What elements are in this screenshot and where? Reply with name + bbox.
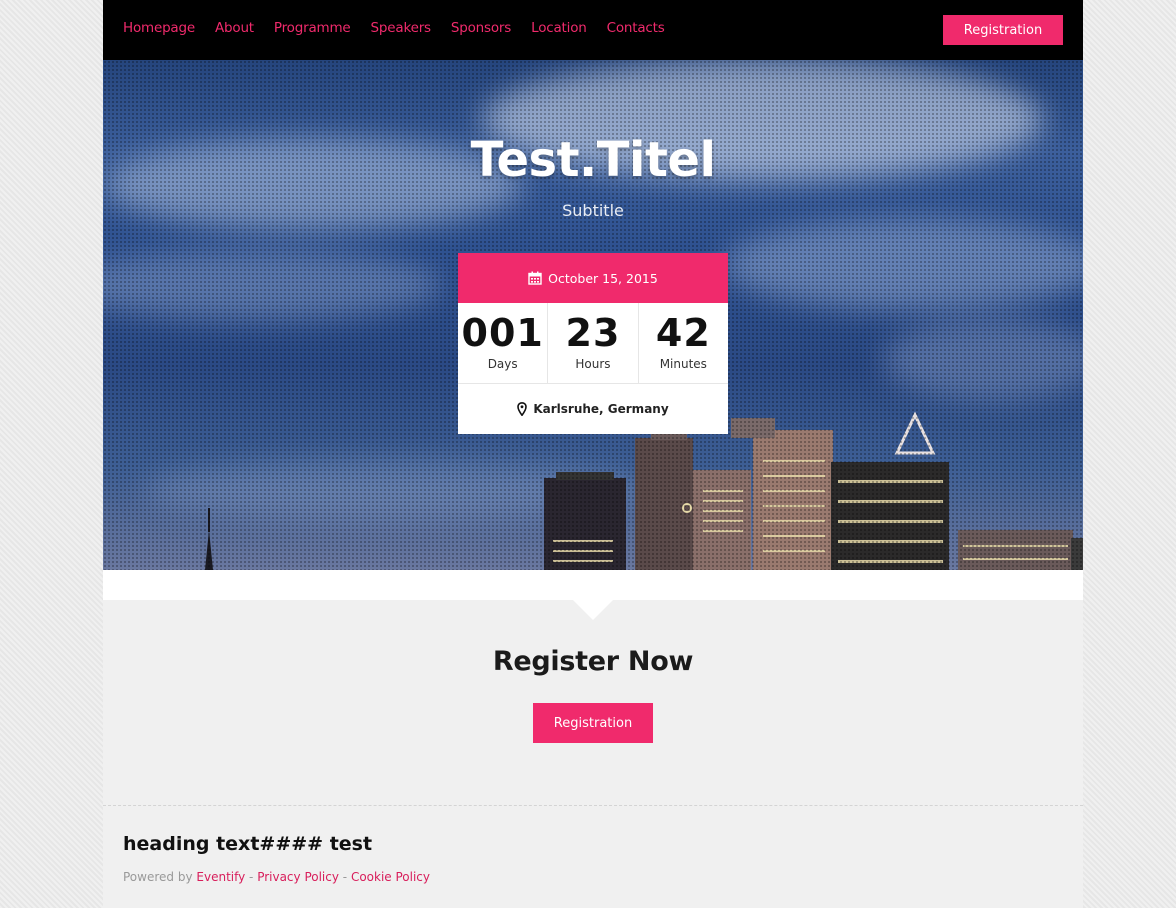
hero-subtitle: Subtitle <box>562 201 624 220</box>
countdown-minutes-label: Minutes <box>659 357 707 371</box>
countdown-location-text: Karlsruhe, Germany <box>533 402 669 416</box>
map-marker-icon <box>517 402 528 416</box>
white-band <box>103 570 1083 600</box>
cookie-policy-link[interactable]: Cookie Policy <box>351 870 430 884</box>
footer-heading: heading text#### test <box>123 833 373 855</box>
footer-separator: - <box>338 870 351 884</box>
footer-separator: - <box>245 870 258 884</box>
nav-link-location[interactable]: Location <box>531 20 587 36</box>
countdown-hours-label: Hours <box>575 357 611 371</box>
nav-link-contacts[interactable]: Contacts <box>607 20 665 36</box>
register-button[interactable]: Registration <box>533 703 653 743</box>
footer-credits: Powered by Eventify - Privacy Policy - C… <box>123 870 430 884</box>
countdown-days-label: Days <box>487 357 518 371</box>
privacy-policy-link[interactable]: Privacy Policy <box>257 870 339 884</box>
countdown-minutes: 42 Minutes <box>639 303 728 383</box>
nav-link-programme[interactable]: Programme <box>274 20 351 36</box>
countdown-days-value: 001 <box>461 311 544 355</box>
countdown-units: 001 Days 23 Hours 42 Minutes <box>458 303 728 384</box>
countdown-location: Karlsruhe, Germany <box>458 384 728 434</box>
nav-link-about[interactable]: About <box>215 20 254 36</box>
page: Homepage About Programme Speakers Sponso… <box>103 0 1083 908</box>
calendar-icon <box>528 271 542 285</box>
countdown-hours: 23 Hours <box>548 303 639 383</box>
nav-links: Homepage About Programme Speakers Sponso… <box>123 20 665 36</box>
eventify-link[interactable]: Eventify <box>196 870 245 884</box>
countdown-date: October 15, 2015 <box>458 253 728 303</box>
nav-registration-button[interactable]: Registration <box>943 15 1063 45</box>
register-title: Register Now <box>492 646 694 677</box>
countdown-card: October 15, 2015 001 Days 23 Hours 42 Mi… <box>458 253 728 434</box>
countdown-hours-value: 23 <box>565 311 621 355</box>
nav-link-speakers[interactable]: Speakers <box>371 20 432 36</box>
hero-title: Test.Titel <box>470 132 716 188</box>
nav-link-sponsors[interactable]: Sponsors <box>451 20 511 36</box>
countdown-date-text: October 15, 2015 <box>548 270 658 286</box>
top-nav: Homepage About Programme Speakers Sponso… <box>103 0 1083 60</box>
footer-divider <box>103 805 1083 806</box>
countdown-minutes-value: 42 <box>655 311 711 355</box>
countdown-days: 001 Days <box>458 303 549 383</box>
down-arrow-divider <box>573 600 613 620</box>
nav-link-homepage[interactable]: Homepage <box>123 20 195 36</box>
powered-by-text: Powered by <box>123 870 193 884</box>
hero-banner: Test.Titel Subtitle October 15, 2015 001… <box>103 60 1083 570</box>
